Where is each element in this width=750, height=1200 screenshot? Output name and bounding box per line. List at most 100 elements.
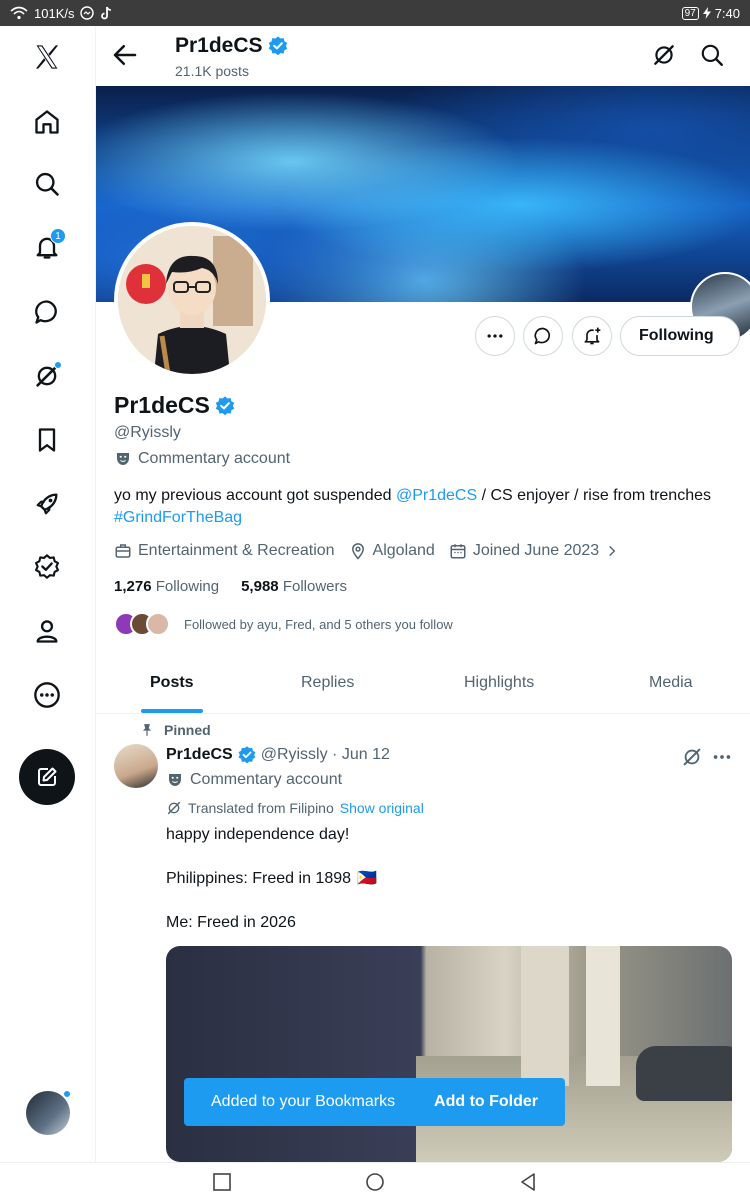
followed-by-text: Followed by ayu, Fred, and 5 others you … [184,616,453,632]
post-line: Philippines: Freed in 1898 🇵🇭 [166,868,377,890]
grok-post-icon[interactable] [681,746,703,768]
messages-icon[interactable] [24,289,70,335]
back-button[interactable] [110,40,140,70]
tiktok-icon [101,6,112,20]
verified-icon[interactable] [24,544,70,590]
notifications-badge: 1 [50,228,66,244]
tab-highlights[interactable]: Highlights [464,674,534,692]
commentary-label[interactable]: Commentary account [114,450,290,468]
joined-text: Joined June 2023 [472,542,600,559]
search-profile-icon[interactable] [699,42,725,68]
search-icon[interactable] [24,161,70,207]
grok-header-icon[interactable] [651,42,677,68]
follower-avatar [146,612,170,636]
location-text: Algoland [372,542,435,559]
post-commentary-label[interactable]: Commentary account [166,771,342,789]
verified-badge-icon [238,746,256,764]
location-pin-icon [351,543,364,560]
following-count: 1,276 [114,578,152,595]
profile-bio: yo my previous account got suspended @Pr… [114,485,714,529]
tab-replies[interactable]: Replies [301,674,354,692]
profile-tabs: Posts Replies Highlights Media [96,658,750,714]
following-count-link[interactable]: 1,276 Following [114,578,219,595]
followed-by-row[interactable]: Followed by ayu, Fred, and 5 others you … [114,612,453,636]
post-line-3: Me: Freed in 2026 [166,914,296,931]
network-speed: 101K/s [34,5,75,21]
post-line: Me: Freed in 2026 [166,912,377,934]
bio-mention-link[interactable]: @Pr1deCS [396,487,477,504]
post-count: 21.1K posts [175,63,249,79]
post-more-icon[interactable] [711,746,733,768]
followers-count-link[interactable]: 5,988 Followers [241,578,347,595]
bio-text: yo my previous account got suspended [114,487,396,504]
grok-notification-dot [54,361,62,369]
bio-hashtag-link[interactable]: #GrindForTheBag [114,509,242,526]
grok-icon[interactable] [24,353,70,399]
account-notification-dot [63,1090,71,1098]
translated-text: Translated from Filipino [188,800,334,816]
profile-header: Pr1deCS 21.1K posts [96,26,750,86]
profile-icon[interactable] [24,608,70,654]
bio-text-2: / CS enjoyer / rise from trenches [477,487,711,504]
briefcase-icon [115,544,131,558]
system-navigation-bar [0,1162,750,1200]
profile-name-row: Pr1deCS [114,392,236,419]
theater-mask-icon [169,774,181,786]
post-author-name[interactable]: Pr1deCS [166,746,233,764]
post-commentary-text: Commentary account [190,771,343,788]
add-to-folder-button[interactable]: Add to Folder [434,1093,538,1111]
philippines-flag-icon: 🇵🇭 [357,870,377,887]
home-icon[interactable] [24,99,70,145]
home-nav-icon[interactable] [365,1172,385,1192]
wifi-icon [10,6,28,20]
notify-button[interactable] [572,316,612,356]
profile-meta: Entertainment & Recreation Algoland Join… [114,542,619,560]
profile-handle: @Ryissly [114,424,181,441]
pinned-text: Pinned [164,722,211,738]
theater-mask-icon [117,453,129,465]
tab-media[interactable]: Media [649,674,693,692]
following-button[interactable]: Following [620,316,740,356]
show-original-link[interactable]: Show original [340,800,424,816]
location-item: Algoland [349,542,435,560]
verified-badge-icon [268,36,287,56]
header-name: Pr1deCS [175,34,263,57]
category-text: Entertainment & Recreation [138,542,335,559]
chevron-right-icon [609,545,616,557]
verified-badge-icon[interactable] [214,395,236,417]
post-line-1: happy independence day! [166,826,350,843]
tab-posts[interactable]: Posts [150,674,194,692]
message-button[interactable] [523,316,563,356]
followers-count: 5,988 [241,578,279,595]
media-pillar [586,946,620,1086]
category-item: Entertainment & Recreation [114,542,335,560]
joined-item[interactable]: Joined June 2023 [449,542,619,560]
back-nav-icon[interactable] [518,1172,538,1192]
followers-count-label: Followers [282,578,347,595]
rocket-icon[interactable] [24,481,70,527]
more-options-button[interactable] [475,316,515,356]
compose-post-button[interactable] [19,749,75,805]
messenger-icon [80,6,95,20]
post-handle-date: @Ryissly · Jun 12 [260,746,390,763]
profile-avatar[interactable] [114,222,270,378]
post-media-image[interactable] [166,946,732,1162]
post-body: happy independence day! Philippines: Fre… [166,824,377,956]
account-avatar[interactable] [26,1090,71,1135]
profile-display-name: Pr1deCS [114,392,210,418]
status-bar: 101K/s 97 7:40 [0,0,750,26]
grok-translate-icon [167,801,181,815]
back-arrow-icon [113,45,137,65]
header-title: Pr1deCS [175,34,289,58]
media-pillar [521,946,569,1086]
calendar-icon [450,544,466,559]
bookmarks-icon[interactable] [24,417,70,463]
x-logo-icon[interactable] [24,34,70,80]
recents-icon[interactable] [212,1172,232,1192]
more-icon[interactable] [24,672,70,718]
bookmark-toast: Added to your Bookmarks Add to Folder [184,1078,565,1126]
notifications-icon[interactable]: 1 [24,224,70,270]
pin-icon [142,724,152,736]
post-author-avatar[interactable] [114,744,158,788]
media-car [636,1046,732,1101]
